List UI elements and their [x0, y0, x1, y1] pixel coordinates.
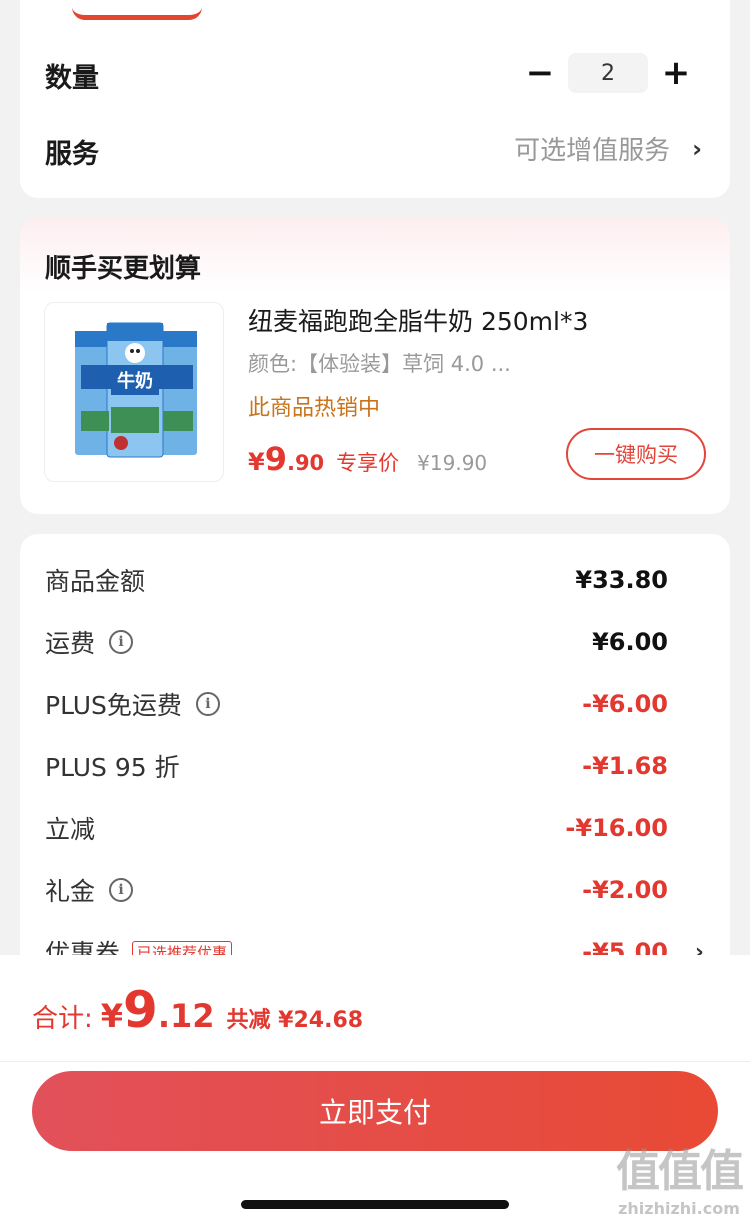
fee-label: 运费 [45, 629, 96, 658]
product-spec: 颜色:【体验装】草饲 4.0 ... [248, 352, 511, 376]
fee-value: ¥6.00 [592, 628, 668, 656]
total-decimal: .12 [157, 997, 215, 1035]
hot-selling-tag: 此商品热销中 [248, 396, 381, 421]
fee-breakdown-card: 商品金额 ¥33.80 运费 i ¥6.00 PLUS免运费 i -¥6.00 PL… [20, 534, 730, 974]
info-icon[interactable]: i [109, 878, 134, 902]
one-click-buy-button[interactable]: 一键购买 [566, 428, 706, 480]
quantity-input[interactable]: 2 [568, 53, 648, 93]
chevron-right-icon: › [692, 134, 702, 163]
price-decimal: .90 [286, 451, 325, 475]
divider [0, 1061, 750, 1062]
fee-value: ¥33.80 [575, 566, 668, 594]
watermark-url: zhizhizhi.com [618, 1199, 740, 1218]
fee-value: -¥6.00 [582, 690, 668, 718]
info-icon[interactable]: i [195, 692, 220, 716]
price-integer: 9 [264, 440, 287, 478]
fee-value: -¥2.00 [582, 876, 668, 904]
fee-label: PLUS 95 折 [45, 753, 180, 782]
fee-row-gift-money: 礼金 i -¥2.00 [45, 870, 668, 910]
product-price: ¥ 9 .90 专享价 ¥19.90 [248, 440, 487, 478]
fee-row-plus-free-shipping: PLUS免运费 i -¥6.00 [45, 684, 668, 724]
total-integer: 9 [123, 981, 158, 1039]
fee-row-instant-discount: 立减 -¥16.00 [45, 808, 668, 848]
milk-carton-icon: 牛奶 [75, 322, 197, 458]
fee-value: -¥1.68 [582, 752, 668, 780]
total-currency: ¥ [100, 997, 124, 1035]
home-indicator[interactable] [241, 1200, 509, 1209]
quantity-plus-button[interactable]: + [656, 53, 696, 93]
fee-label: 立减 [45, 815, 96, 844]
fee-row-shipping: 运费 i ¥6.00 [45, 622, 668, 662]
order-total: 合计: ¥ 9 .12 共减 ¥24.68 [32, 981, 363, 1039]
upsell-card: 顺手买更划算 牛奶 纽麦福跑跑全脂牛奶 250ml*3 颜色:【体验装】草饲 4… [20, 218, 730, 514]
milk-carton-image[interactable]: 牛奶 [44, 302, 224, 482]
fee-label: 商品金额 [45, 567, 146, 596]
fee-row-plus-discount: PLUS 95 折 -¥1.68 [45, 746, 668, 786]
total-savings[interactable]: 共减 ¥24.68 [227, 1002, 364, 1034]
service-value: 可选增值服务 [514, 136, 671, 166]
exclusive-price-tag: 专享价 [336, 451, 400, 475]
upsell-title: 顺手买更划算 [45, 254, 202, 284]
svg-text:牛奶: 牛奶 [117, 370, 153, 392]
product-name[interactable]: 纽麦福跑跑全脂牛奶 250ml*3 [248, 302, 588, 338]
checkout-bar: 合计: ¥ 9 .12 共减 ¥24.68 立即支付 值值值 zhizhizhi… [0, 955, 750, 1225]
quantity-minus-button[interactable]: − [520, 53, 560, 93]
info-icon[interactable]: i [109, 630, 134, 654]
watermark-logo: 值值值 [616, 1146, 744, 1197]
original-price: ¥19.90 [417, 451, 488, 475]
service-label: 服务 [45, 139, 99, 170]
site-watermark: 值值值 zhizhizhi.com [616, 1135, 744, 1218]
fee-label: 礼金 [45, 877, 96, 906]
quantity-stepper: − 2 + [520, 53, 696, 93]
fee-label: PLUS免运费 [45, 691, 182, 720]
order-options-card: 数量 − 2 + 服务 可选增值服务 › [20, 0, 730, 198]
fee-row-goods: 商品金额 ¥33.80 [45, 560, 668, 600]
price-currency: ¥ [248, 448, 265, 476]
selected-option-pill[interactable] [72, 0, 202, 20]
service-selector[interactable]: 可选增值服务 › [514, 130, 702, 167]
fee-value: -¥16.00 [565, 814, 668, 842]
quantity-label: 数量 [45, 63, 99, 94]
total-label: 合计: [32, 1004, 93, 1034]
